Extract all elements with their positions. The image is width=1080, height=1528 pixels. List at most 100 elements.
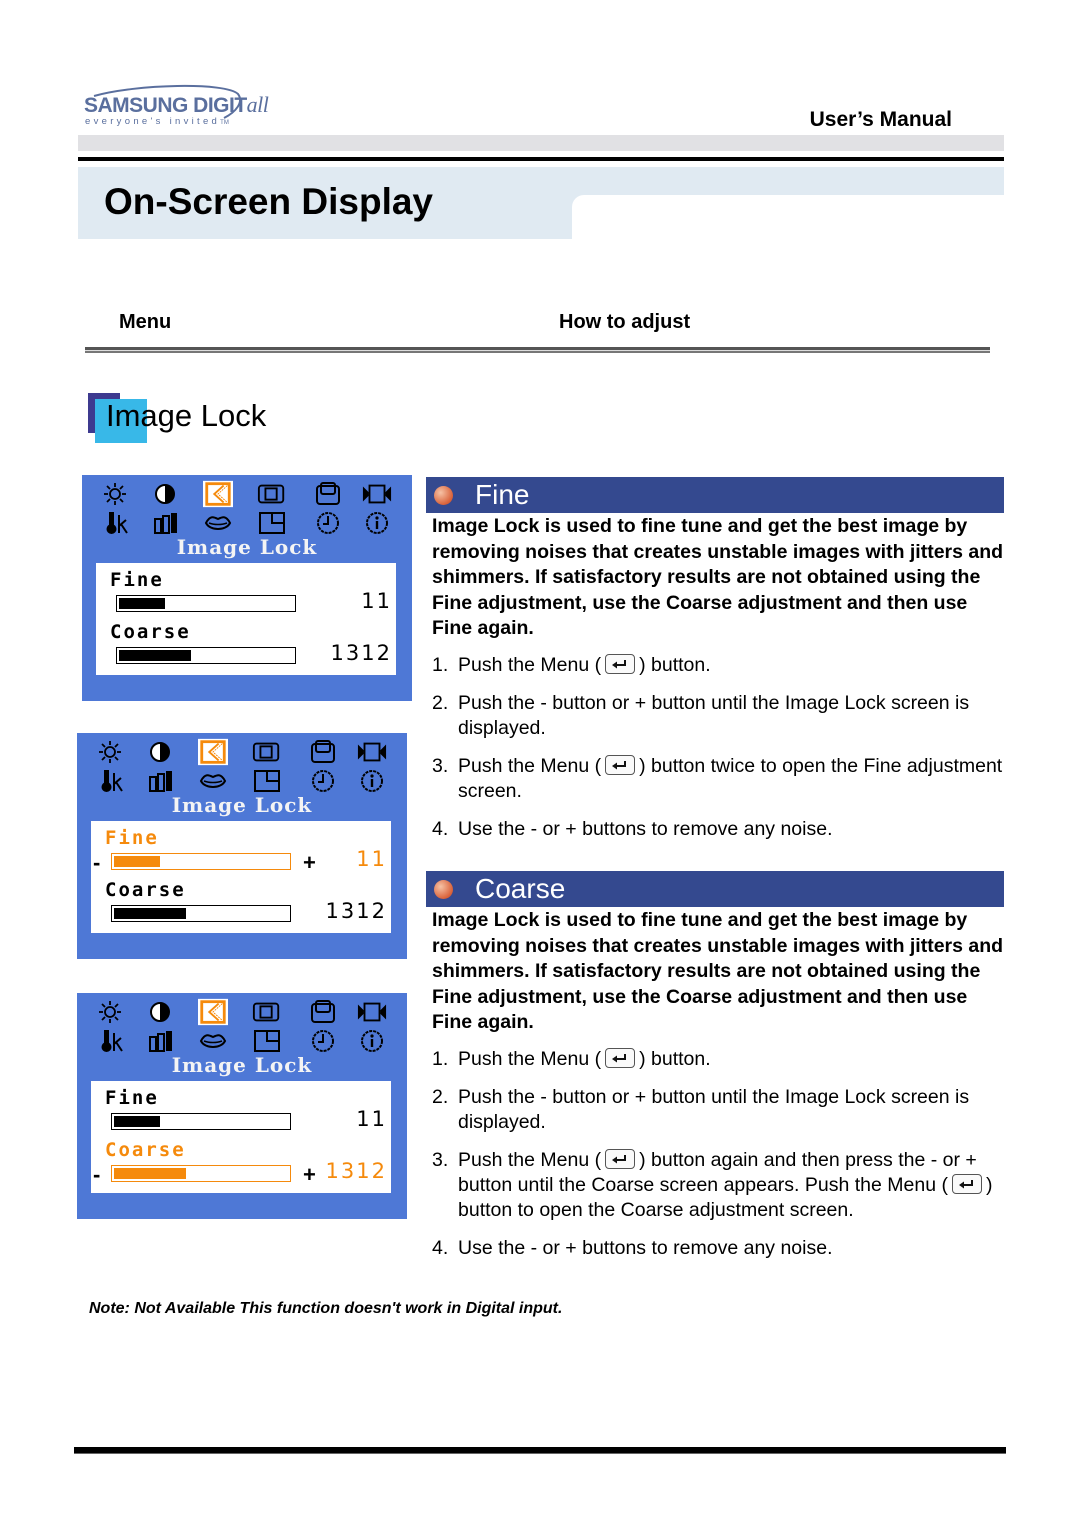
osd-bar-fine [116,595,296,612]
information-icon [357,1028,387,1054]
zoom-icon [362,481,392,507]
column-header-how-to-adjust: How to adjust [559,311,691,333]
osd-bar-fill [114,856,161,867]
manual-title: User’s Manual [809,108,952,131]
menu-enter-key-icon [605,654,636,674]
osd-icon-grid [95,738,395,797]
position-icon [252,739,282,765]
column-header-rule [85,347,990,353]
osd-bar-coarse [116,647,296,664]
osd-value-fine: 11 [356,847,387,871]
osd-bar-coarse [111,1165,291,1182]
coarse-header: Coarse [426,871,1004,907]
color-temperature-icon [99,1028,129,1054]
osd-heading: Image Lock [171,1053,313,1077]
coarse-step-1: 1. Push the Menu () button. [432,1048,711,1070]
osd-bar-fine [111,1113,291,1130]
osd-value-coarse: 1312 [325,899,387,923]
information-icon [357,768,387,794]
contrast-icon [145,999,175,1025]
osd-bar-fill [119,598,166,609]
osd-time-icon [308,768,338,794]
color-control-icon [147,1028,177,1054]
fine-title: Fine [475,479,530,510]
coarse-title: Coarse [475,873,566,904]
osd-bar-fill [114,1168,187,1179]
size-icon [313,481,343,507]
brightness-icon [95,739,125,765]
bullet-icon [434,486,453,505]
language-icon [198,768,228,794]
osd-adjust-box: Fine 11 Coarse 1312 [96,563,396,675]
header-gray-bar [78,135,1004,151]
coarse-step-3: 3. Push the Menu () button again and the… [432,1149,993,1221]
osd-heading: Image Lock [171,793,313,817]
osd-bar-fine [111,853,291,870]
osd-panel-menu: Image Lock Fine 11 Coarse 1312 [82,475,412,701]
language-icon [203,510,233,536]
osd-icon-grid [95,998,395,1057]
zoom-icon [357,999,387,1025]
osd-bar-coarse [111,905,291,922]
osd-position-icon [252,1028,282,1054]
osd-bar-fill [119,650,192,661]
osd-time-icon [308,1028,338,1054]
menu-enter-key-icon [605,755,636,775]
osd-bar-fill [114,908,187,919]
image-lock-icon [198,998,228,1026]
section-title: Image Lock [106,398,267,433]
coarse-step-2: 2. Push the - button or + button until t… [432,1086,970,1133]
fine-header: Fine [426,477,1004,513]
osd-label-coarse: Coarse [105,879,186,901]
osd-panel-fine-adjust: Image Lock Fine - +11 Coarse 1312 [77,733,407,959]
menu-enter-key-icon [605,1048,636,1068]
color-temperature-icon [104,510,134,536]
contrast-icon [150,481,180,507]
osd-value-fine: 11 [356,1107,387,1131]
osd-icon-grid [100,480,400,539]
samsung-logo: SAMSUNG DIGITall everyone's invitedTM [84,84,269,129]
fine-description: Image Lock is used to fine tune and get … [432,515,1004,639]
osd-value-coarse: 1312 [330,641,392,665]
image-lock-icon [203,480,233,508]
size-icon [308,999,338,1025]
position-icon [257,481,287,507]
osd-label-fine: Fine [110,569,164,591]
zoom-icon [357,739,387,765]
logo-brand: SAMSUNG DIGIT [84,94,247,117]
osd-time-icon [313,510,343,536]
coarse-steps: 1. Push the Menu () button. 2. Push the … [432,1047,1012,1274]
brightness-icon [95,999,125,1025]
osd-plus: + [303,850,316,875]
fine-step-2: 2. Push the - button or + button until t… [432,692,970,739]
osd-bar-fill [114,1116,161,1127]
fine-step-3: 3. Push the Menu () button twice to open… [432,755,1003,802]
fine-step-4: 4. Use the - or + buttons to remove any … [432,818,833,840]
menu-enter-key-icon [951,1174,982,1194]
osd-label-coarse: Coarse [110,621,191,643]
osd-plus: + [303,1162,316,1187]
contrast-icon [145,739,175,765]
fine-step-1: 1. Push the Menu () button. [432,654,711,676]
osd-position-icon [257,510,287,536]
osd-value-coarse: 1312 [325,1159,387,1183]
page-title: On-Screen Display [104,181,434,222]
brightness-icon [100,481,130,507]
footer-rule [74,1447,1006,1454]
logo-tm: TM [220,120,229,126]
note: Note: Not Available This function doesn'… [89,1300,563,1317]
language-icon [198,1028,228,1054]
image-lock-icon [198,738,228,766]
osd-minus: - [93,850,101,875]
color-control-icon [147,768,177,794]
menu-enter-key-icon [605,1149,636,1169]
osd-heading: Image Lock [176,535,318,559]
color-control-icon [152,510,182,536]
osd-position-icon [252,768,282,794]
color-temperature-icon [99,768,129,794]
osd-label-coarse: Coarse [105,1139,186,1161]
logo-brand-suffix: all [246,92,269,117]
column-header-menu: Menu [119,311,172,333]
osd-label-fine: Fine [105,1087,159,1109]
coarse-description: Image Lock is used to fine tune and get … [432,909,1004,1033]
